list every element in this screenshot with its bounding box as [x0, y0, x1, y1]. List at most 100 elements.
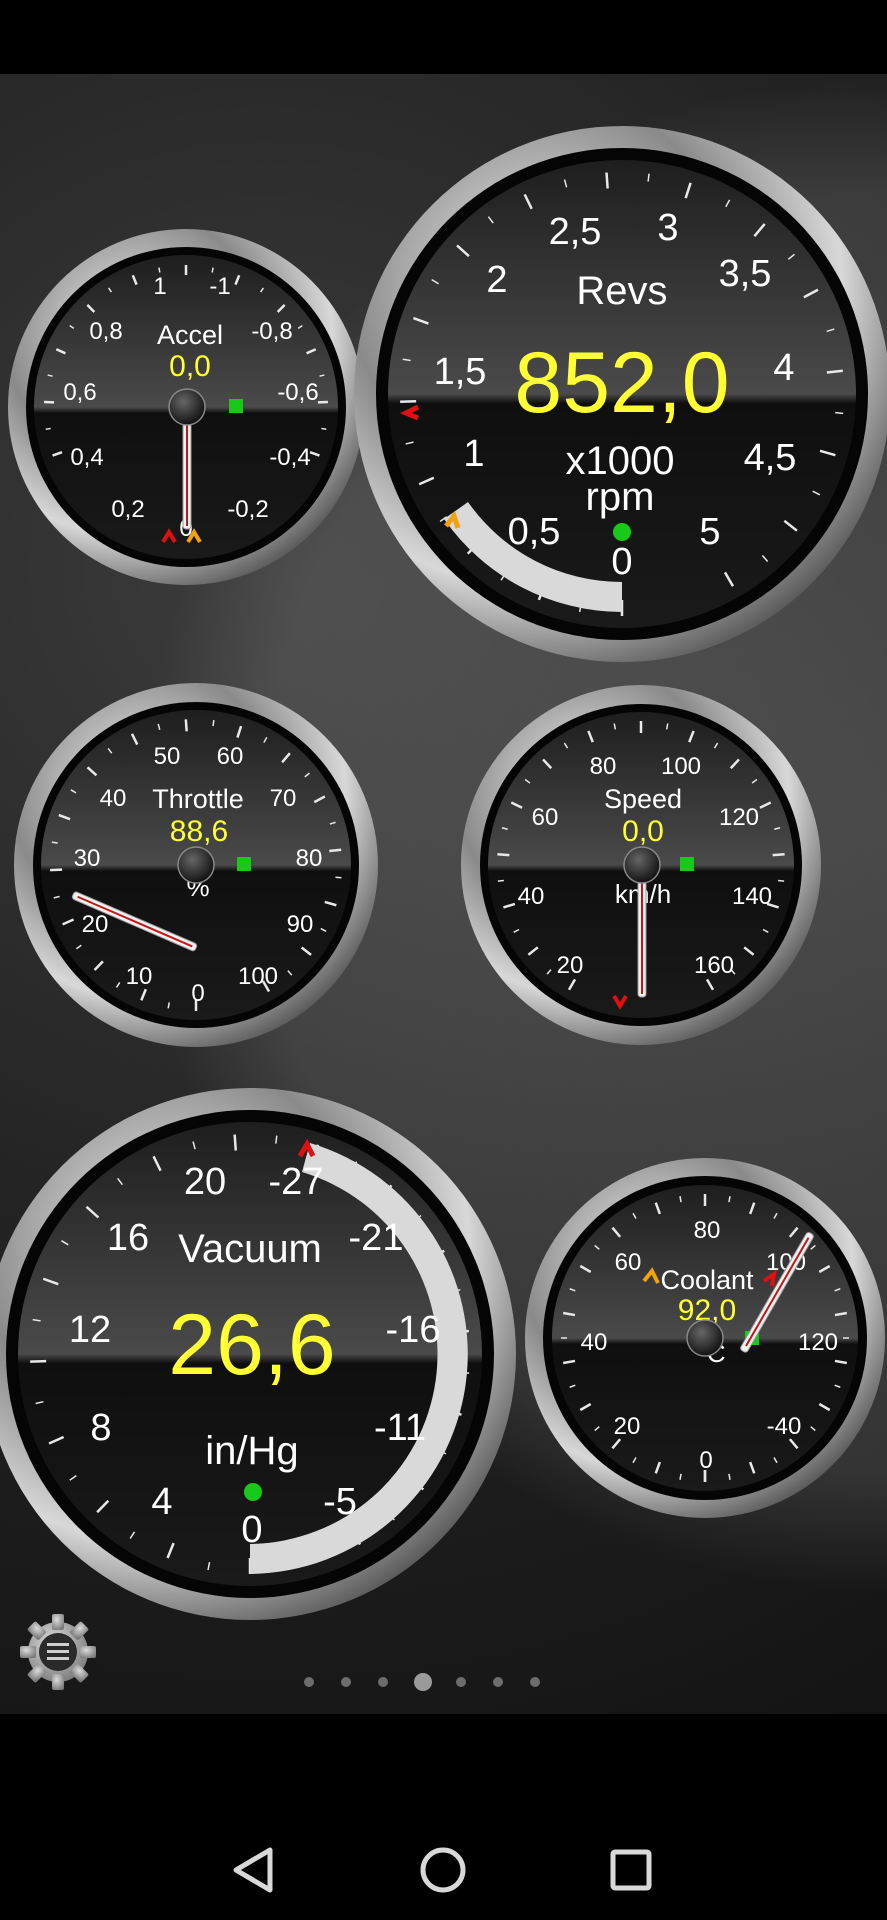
vacuum-title: Vacuum: [178, 1227, 322, 1271]
gauge-tick: [275, 1135, 278, 1144]
nav-recents-button[interactable]: [591, 1830, 671, 1910]
throttle-tick-10: 10: [126, 963, 153, 990]
revs-tick-2: 2: [486, 259, 507, 301]
throttle-value: 88,6: [170, 815, 228, 848]
gauge-tick: [329, 848, 342, 853]
throttle-tick-100: 100: [238, 963, 278, 990]
coolant-tick-80: 80: [694, 1217, 721, 1244]
vacuum-tick-12: 12: [69, 1309, 111, 1351]
accel-tick-1: 1: [153, 273, 166, 300]
throttle-tick-40: 40: [100, 785, 127, 812]
page-indicator: [300, 1670, 550, 1694]
throttle-tick-80: 80: [296, 845, 323, 872]
revs-green-indicator: [613, 523, 631, 541]
revs-tick-1: 1: [463, 433, 484, 475]
page-dot-3[interactable]: [378, 1677, 388, 1687]
vacuum-tick-neg11: -11: [374, 1407, 426, 1449]
speed-tick-140: 140: [732, 883, 772, 910]
page-dot-4-active[interactable]: [414, 1673, 432, 1691]
accel-tick-0-2: 0,2: [111, 496, 144, 523]
revs-tick-0: 0: [611, 541, 632, 583]
dashboard: 0 0,2 0,4 0,6 0,8 1 -1 -0,8 -0,6 -0,4 -0…: [0, 74, 887, 1714]
gauge-tick: [51, 841, 58, 844]
page-dot-7[interactable]: [530, 1677, 540, 1687]
nav-back-icon: [233, 1847, 273, 1893]
gauge-tick: [728, 1473, 731, 1480]
gauge-tick: [321, 427, 327, 430]
gauge-canvas: 0 0,2 0,4 0,6 0,8 1 -1 -0,8 -0,6 -0,4 -0…: [0, 126, 887, 1620]
gauge-tick: [184, 719, 188, 732]
throttle-tick-20: 20: [82, 911, 109, 938]
speed-tick-60: 60: [532, 804, 559, 831]
speed-title: Speed: [604, 784, 682, 814]
page-dot-5[interactable]: [456, 1677, 466, 1687]
gauge-tick: [335, 876, 342, 879]
coolant-gauge[interactable]: 0 20 40 60 80 100 120 -40 Coolant 92,0 °…: [525, 1158, 885, 1518]
gauge-tick: [728, 1196, 731, 1203]
gauge-tick: [233, 1134, 238, 1151]
gauge-tick: [497, 879, 504, 882]
vacuum-unit: in/Hg: [205, 1429, 298, 1473]
settings-button[interactable]: [16, 1610, 100, 1694]
speed-tick-80: 80: [590, 753, 617, 780]
page-dot-2[interactable]: [341, 1677, 351, 1687]
revs-tick-3: 3: [657, 207, 678, 249]
accel-tick-0-8: 0,8: [89, 318, 122, 345]
gauge-tick: [679, 1473, 682, 1480]
gauge-tick: [497, 852, 510, 857]
throttle-title: Throttle: [152, 784, 244, 814]
vacuum-tick-neg5: -5: [323, 1481, 357, 1523]
throttle-hub: [177, 846, 215, 884]
vacuum-tick-neg27: -27: [269, 1161, 324, 1203]
nav-back-button[interactable]: [214, 1830, 294, 1910]
speed-tick-40: 40: [518, 883, 545, 910]
nav-home-button[interactable]: [403, 1830, 483, 1910]
accel-title: Accel: [157, 320, 223, 350]
revs-tick-4-5: 4,5: [744, 437, 797, 479]
speed-value: 0,0: [622, 815, 664, 848]
coolant-tick-20: 20: [614, 1413, 641, 1440]
throttle-gauge[interactable]: 0 10 20 30 40 50 60 70 80 90 100 Throttl…: [14, 683, 378, 1047]
revs-tick-3-5: 3,5: [719, 253, 772, 295]
page-dot-1[interactable]: [304, 1677, 314, 1687]
speed-tick-100: 100: [661, 753, 701, 780]
accel-gauge[interactable]: 0 0,2 0,4 0,6 0,8 1 -1 -0,8 -0,6 -0,4 -0…: [8, 229, 364, 585]
gauge-tick: [211, 267, 214, 273]
speed-tick-120: 120: [719, 804, 759, 831]
revs-gauge[interactable]: 0 0,5 1 1,5 2 2,5 3 3,5 4 4,5 5 Revs 852…: [354, 126, 887, 662]
throttle-tick-60: 60: [217, 743, 244, 770]
revs-tick-0-5: 0,5: [508, 511, 561, 553]
status-bar: [0, 0, 887, 74]
throttle-tick-90: 90: [287, 911, 314, 938]
accel-tick-neg0-4: -0,4: [269, 444, 310, 471]
speed-tick-160: 160: [694, 952, 734, 979]
gauge-tick: [400, 399, 417, 403]
accel-hub: [168, 388, 206, 426]
revs-unit-line2: rpm: [586, 475, 655, 519]
vacuum-tick-4: 4: [151, 1481, 172, 1523]
coolant-hub: [686, 1319, 724, 1357]
throttle-green-indicator: [237, 857, 251, 871]
accel-tick-0-4: 0,4: [70, 444, 103, 471]
vacuum-tick-0: 0: [241, 1509, 262, 1551]
gauge-tick: [835, 411, 844, 415]
gauge-tick: [30, 1359, 47, 1363]
page-dot-6[interactable]: [493, 1677, 503, 1687]
coolant-tick-40: 40: [581, 1329, 608, 1356]
accel-tick-neg0-6: -0,6: [277, 379, 318, 406]
vacuum-gauge[interactable]: 0 4 8 12 16 20 -27 -21 -16 -11 -5 Vacuum…: [0, 1088, 516, 1620]
coolant-tick-0: 0: [699, 1447, 712, 1474]
vacuum-green-indicator: [244, 1483, 262, 1501]
revs-tick-4: 4: [773, 347, 794, 389]
vacuum-tick-neg16: -16: [386, 1309, 441, 1351]
vacuum-value: 26,6: [168, 1297, 335, 1393]
vacuum-tick-16: 16: [107, 1217, 149, 1259]
accel-tick-neg1: -1: [209, 273, 230, 300]
gauge-tick: [826, 369, 843, 374]
gauge-tick: [679, 1196, 682, 1203]
speed-needle: [637, 868, 647, 998]
speed-tick-20: 20: [557, 952, 584, 979]
throttle-tick-30: 30: [74, 845, 101, 872]
speed-gauge[interactable]: 20 40 60 80 100 120 140 160 Speed 0,0 km…: [461, 685, 821, 1045]
gauge-tick: [772, 852, 785, 857]
